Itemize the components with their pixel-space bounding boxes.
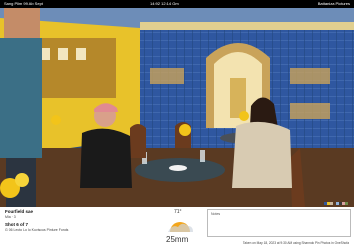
status-center: 14:92 12:14 Gm [150, 1, 179, 6]
man-head [4, 8, 40, 38]
shot-title: Shot 6 of 7 [5, 222, 29, 227]
photo[interactable] [0, 8, 354, 207]
status-left: Sang Plim 99 Ab Sept [4, 1, 43, 6]
location-title: Fourfield sae [5, 209, 34, 214]
partly-cloudy-icon [168, 222, 193, 232]
shot-subtitle: G 06 Lecto Lo lo Kuviscus Pinture Fonds [5, 228, 69, 232]
info-panel: Fourfield sae Mia · 3 Shot 6 of 7 G 06 L… [0, 207, 354, 249]
status-bar: Sang Plim 99 Ab Sept 14:92 12:14 Gm Batt… [0, 0, 354, 8]
weather-precipitation: 25mm [166, 235, 189, 244]
photo-scene [0, 8, 354, 207]
notes-label: Notes [211, 212, 221, 216]
woman-right-jacket [232, 121, 292, 188]
status-right: Battaniza Pictures [317, 1, 350, 6]
notes-field[interactable]: Notes [207, 209, 351, 237]
man-shirt [0, 38, 42, 158]
weather-temperature: 71° [174, 209, 182, 215]
location-subtitle: Mia · 3 [5, 215, 16, 219]
color-swatch [345, 202, 348, 205]
timestamp: Taken on May 18, 2023 at 9:30 AM using S… [242, 241, 349, 245]
woman-cap-shirt [80, 128, 132, 188]
wall-band [140, 22, 354, 30]
color-swatches [324, 202, 348, 205]
